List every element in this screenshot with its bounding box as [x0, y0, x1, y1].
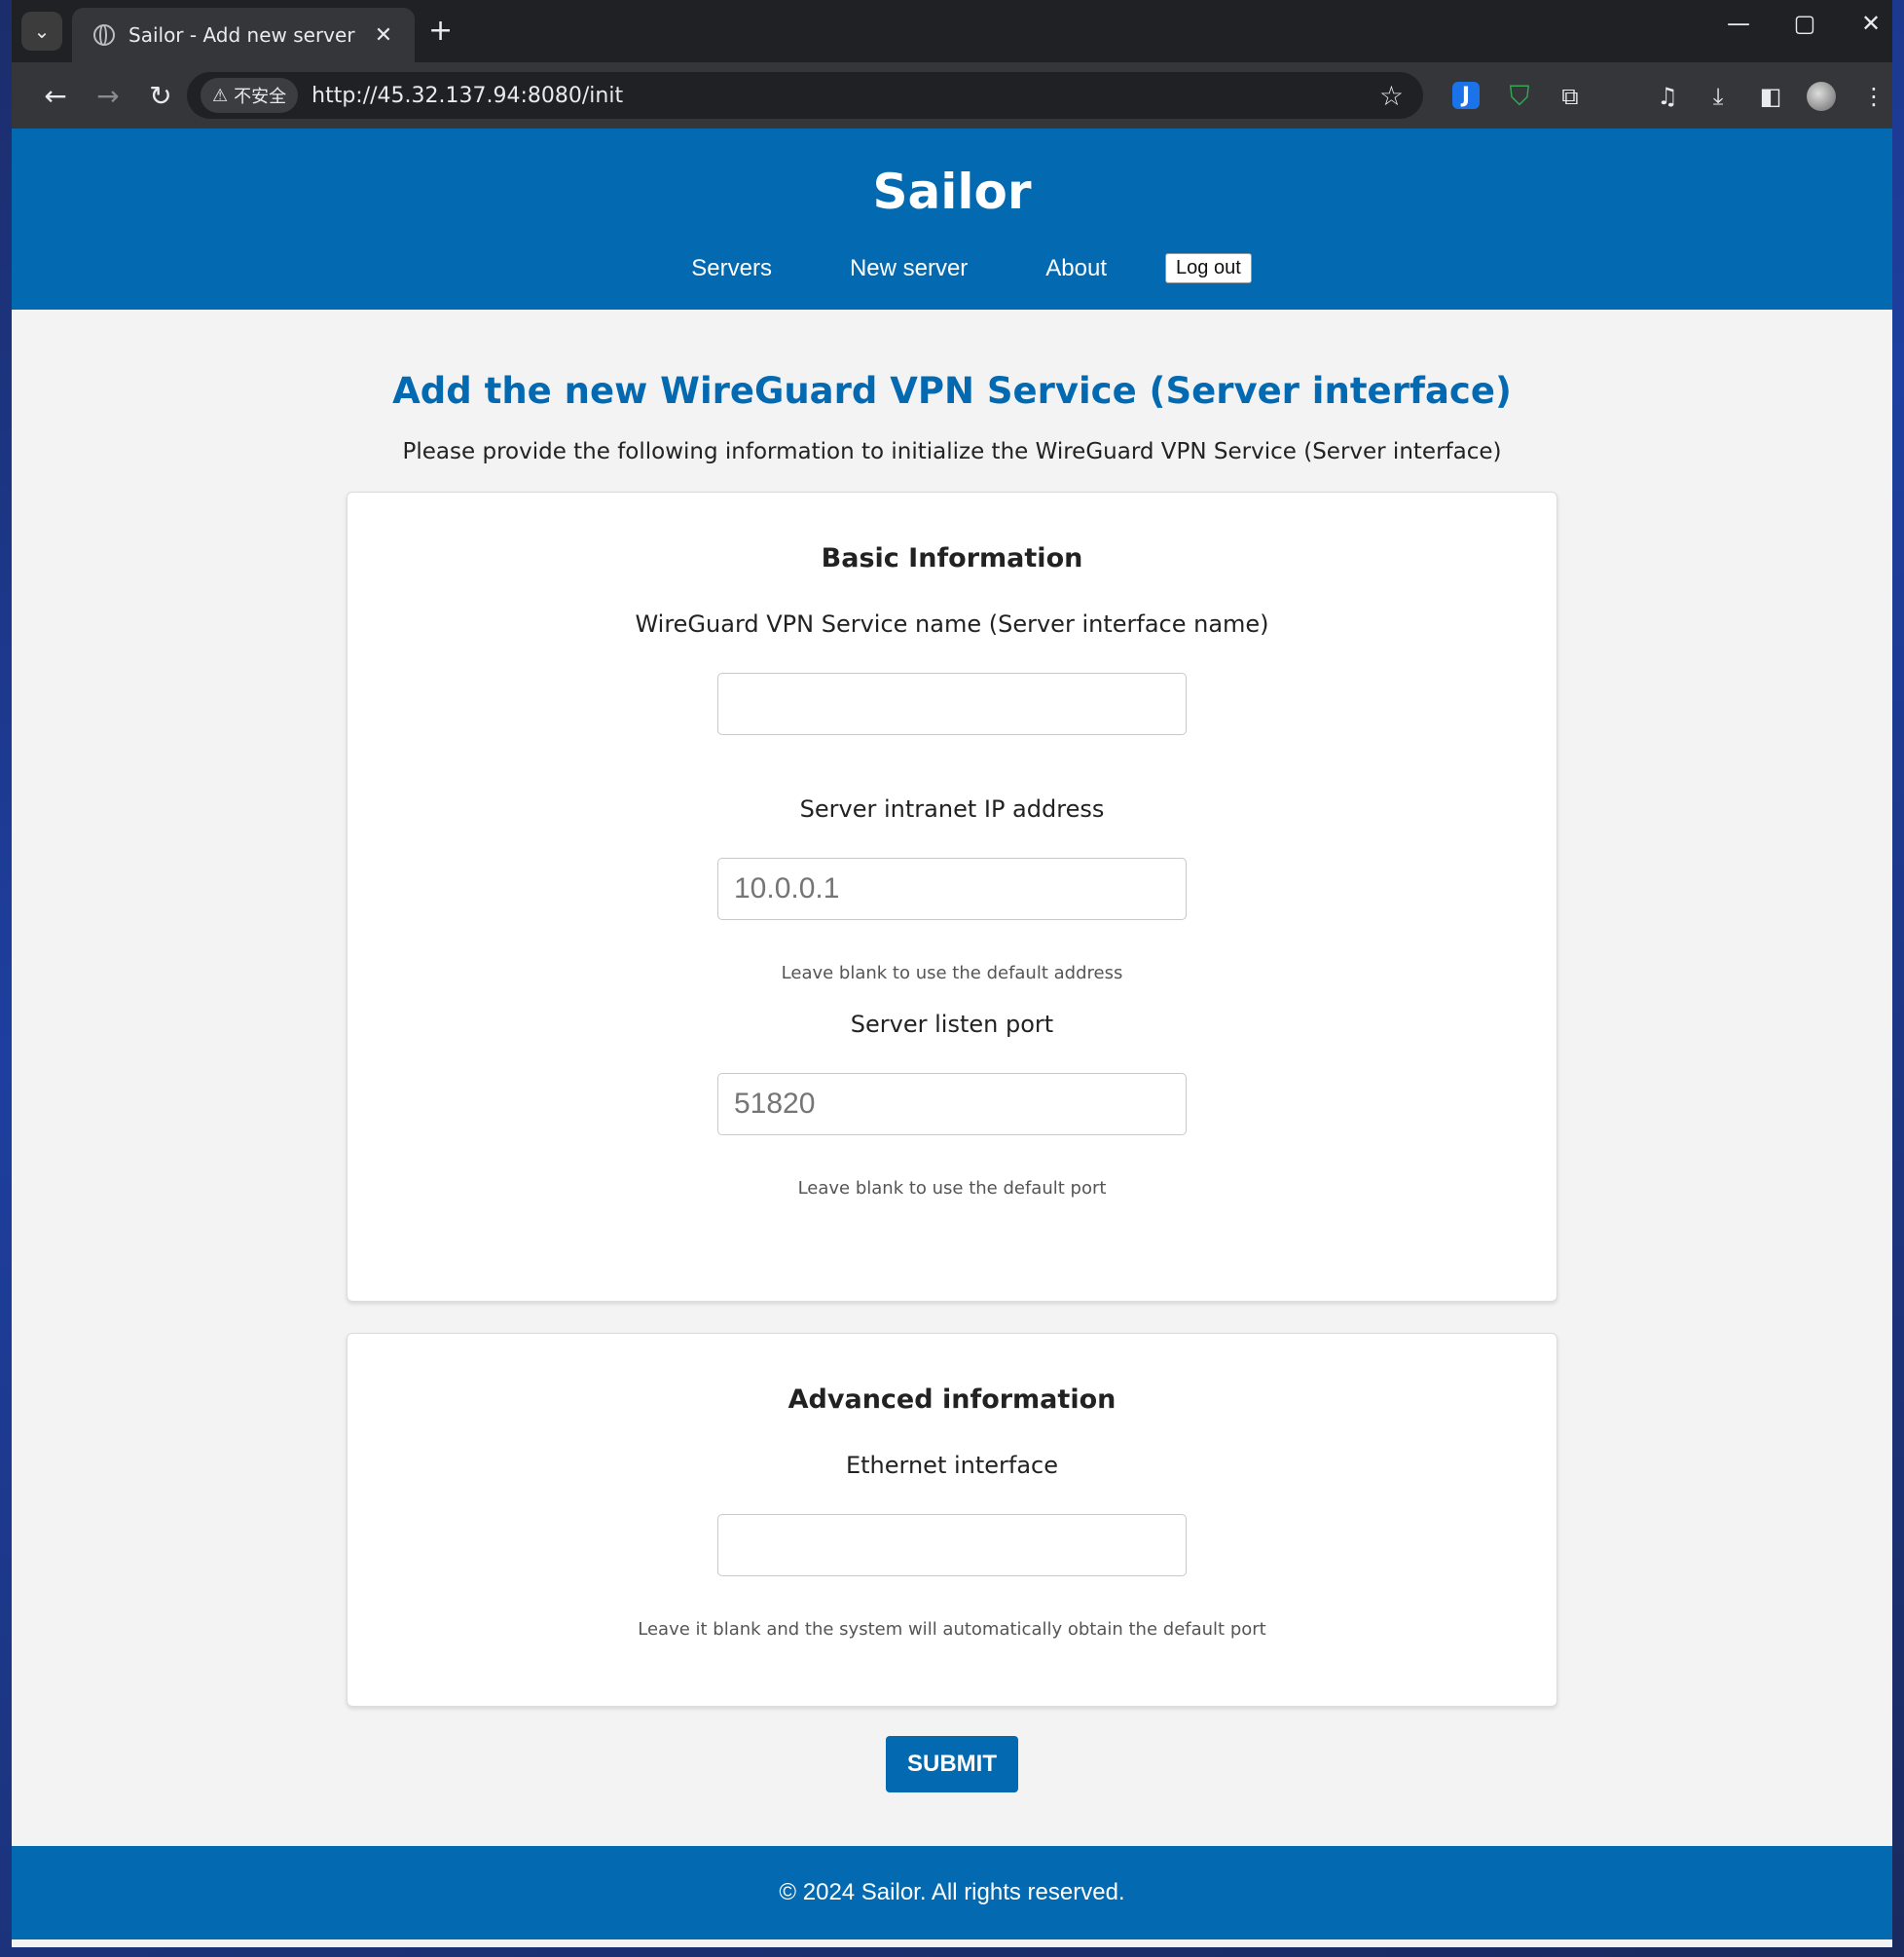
browser-toolbar: ← → ↻ ⚠ 不安全 http://45.32.137.94:8080/ini…	[12, 62, 1892, 129]
listen-port-label: Server listen port	[850, 1011, 1054, 1038]
ip-address-hint: Leave blank to use the default address	[781, 963, 1123, 983]
ip-address-label: Server intranet IP address	[799, 795, 1105, 823]
nav-new-server-link[interactable]: New server	[850, 255, 968, 282]
chevron-down-icon: ⌄	[33, 19, 51, 43]
bookmark-star-icon[interactable]: ☆	[1379, 80, 1404, 112]
address-bar[interactable]: ⚠ 不安全 http://45.32.137.94:8080/init ☆	[187, 72, 1423, 119]
security-label: 不安全	[234, 87, 287, 107]
puzzle-extensions-icon[interactable]: ⧉	[1554, 80, 1587, 113]
back-icon[interactable]: ←	[29, 80, 82, 112]
page-title: Add the new WireGuard VPN Service (Serve…	[392, 370, 1512, 412]
forward-icon[interactable]: →	[82, 80, 134, 112]
media-controls-icon[interactable]: ♫	[1651, 80, 1684, 113]
site-brand: Sailor	[872, 164, 1032, 220]
service-name-input[interactable]	[717, 673, 1187, 735]
browser-window: ⌄ Sailor - Add new server ✕ + — ▢ ✕ ← → …	[12, 0, 1892, 1947]
nav-servers-link[interactable]: Servers	[691, 255, 772, 282]
side-panel-icon[interactable]: ◧	[1754, 80, 1787, 113]
basic-info-heading: Basic Information	[821, 543, 1083, 573]
basic-info-card: Basic Information WireGuard VPN Service …	[347, 492, 1557, 1302]
minimize-icon[interactable]: —	[1719, 10, 1758, 37]
submit-button[interactable]: SUBMIT	[886, 1736, 1018, 1792]
advanced-info-heading: Advanced information	[787, 1385, 1117, 1415]
browser-tab[interactable]: Sailor - Add new server ✕	[72, 8, 415, 62]
site-header: Sailor Servers New server About Log out	[12, 129, 1892, 310]
nav-about-link[interactable]: About	[1045, 255, 1107, 282]
tab-search-button[interactable]: ⌄	[21, 12, 62, 51]
close-window-icon[interactable]: ✕	[1851, 10, 1890, 37]
globe-icon	[93, 24, 115, 46]
ip-address-input[interactable]	[717, 858, 1187, 920]
download-icon[interactable]: ⤓	[1702, 80, 1735, 113]
tab-title: Sailor - Add new server	[128, 23, 355, 47]
advanced-info-card: Advanced information Ethernet interface …	[347, 1333, 1557, 1707]
security-chip[interactable]: ⚠ 不安全	[201, 78, 299, 113]
ethernet-interface-hint: Leave it blank and the system will autom…	[638, 1619, 1266, 1640]
intro-text: Please provide the following information…	[402, 439, 1502, 464]
warning-icon: ⚠	[212, 85, 229, 106]
maximize-icon[interactable]: ▢	[1785, 10, 1824, 37]
extension-j-icon[interactable]: J	[1452, 82, 1480, 109]
new-tab-button[interactable]: +	[428, 14, 453, 48]
main-content: Add the new WireGuard VPN Service (Serve…	[12, 370, 1892, 1792]
page: Sailor Servers New server About Log out …	[12, 129, 1892, 1947]
tab-close-button[interactable]: ✕	[370, 23, 397, 48]
shield-extension-icon[interactable]: ⛉	[1503, 80, 1536, 113]
ethernet-interface-label: Ethernet interface	[845, 1452, 1059, 1479]
site-footer: © 2024 Sailor. All rights reserved.	[12, 1846, 1892, 1939]
listen-port-input[interactable]	[717, 1073, 1187, 1135]
reload-icon[interactable]: ↻	[134, 80, 187, 112]
profile-avatar[interactable]	[1807, 82, 1836, 111]
logout-button[interactable]: Log out	[1165, 253, 1252, 283]
more-menu-icon[interactable]: ⋮	[1857, 80, 1890, 113]
service-name-label: WireGuard VPN Service name (Server inter…	[635, 610, 1269, 638]
tab-strip: ⌄ Sailor - Add new server ✕ + — ▢ ✕	[12, 0, 1892, 62]
listen-port-hint: Leave blank to use the default port	[797, 1178, 1107, 1199]
ethernet-interface-input[interactable]	[717, 1514, 1187, 1576]
site-nav: Servers New server About Log out	[12, 253, 1892, 283]
url-text[interactable]: http://45.32.137.94:8080/init	[311, 84, 1379, 108]
